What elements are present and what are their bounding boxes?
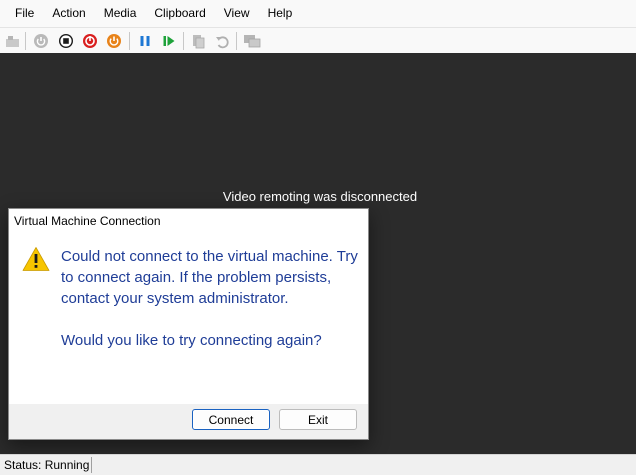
dialog-message-block: Could not connect to the virtual machine… [61, 246, 361, 351]
shut-down-icon[interactable] [81, 32, 99, 50]
checkpoint-icon[interactable] [189, 32, 207, 50]
pause-icon[interactable] [136, 32, 154, 50]
toolbar-separator [183, 32, 184, 50]
power-icon[interactable] [105, 32, 123, 50]
toolbar-separator [236, 32, 237, 50]
warning-icon [22, 246, 50, 275]
menu-view[interactable]: View [224, 0, 250, 27]
status-divider [91, 457, 92, 473]
reset-icon[interactable] [160, 32, 178, 50]
menu-clipboard[interactable]: Clipboard [154, 0, 205, 27]
menu-media[interactable]: Media [104, 0, 137, 27]
menu-file[interactable]: File [0, 0, 34, 27]
menu-help[interactable]: Help [268, 0, 293, 27]
toolbar-separator [129, 32, 130, 50]
start-icon[interactable] [32, 32, 50, 50]
menu-bar: File Action Media Clipboard View Help [0, 0, 636, 27]
turn-off-icon[interactable] [57, 32, 75, 50]
toolbar [0, 27, 636, 54]
dialog-question: Would you like to try connecting again? [61, 332, 322, 349]
dialog-message: Could not connect to the virtual machine… [61, 248, 358, 307]
enhanced-session-icon[interactable] [243, 32, 261, 50]
menu-action[interactable]: Action [52, 0, 85, 27]
disconnected-message: Video remoting was disconnected [222, 189, 418, 204]
exit-button[interactable]: Exit [279, 409, 357, 430]
dialog-title: Virtual Machine Connection [9, 209, 368, 234]
ctrl-alt-del-icon[interactable] [4, 32, 22, 50]
status-bar: Status: Running [0, 454, 636, 475]
dialog-body: Could not connect to the virtual machine… [9, 234, 368, 404]
status-text: Status: Running [4, 458, 90, 472]
toolbar-separator [25, 32, 26, 50]
connect-button[interactable]: Connect [192, 409, 270, 430]
connection-dialog: Virtual Machine Connection Could not con… [8, 208, 369, 440]
revert-icon[interactable] [213, 32, 231, 50]
